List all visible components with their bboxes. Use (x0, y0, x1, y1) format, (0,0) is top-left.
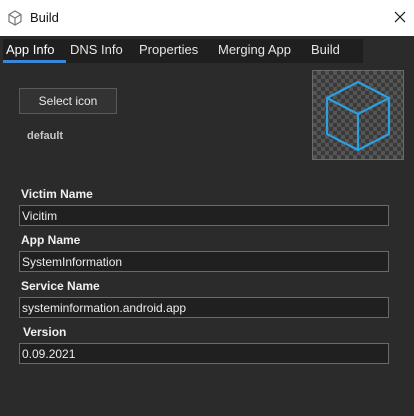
title-bar: Build (0, 0, 414, 36)
service-name-field[interactable] (19, 297, 389, 318)
select-icon-button[interactable]: Select icon (19, 88, 117, 114)
app-name-field[interactable] (19, 251, 389, 272)
tab-bar: App Info DNS Info Properties Merging App… (0, 36, 414, 64)
tab-app-info[interactable]: App Info (3, 39, 66, 63)
tab-dns-info[interactable]: DNS Info (70, 39, 123, 61)
service-name-label: Service Name (21, 279, 100, 293)
app-name-label: App Name (21, 233, 81, 247)
close-button[interactable] (386, 0, 414, 34)
icon-preview (312, 70, 404, 160)
window-title: Build (30, 10, 59, 25)
cube-icon (7, 10, 23, 26)
tab-properties[interactable]: Properties (139, 39, 198, 61)
version-label: Version (23, 325, 67, 339)
cube-icon (325, 80, 391, 152)
close-icon (394, 11, 406, 23)
build-window: Build App Info DNS Info Properties Mergi… (0, 0, 414, 416)
tab-build[interactable]: Build (311, 39, 340, 61)
icon-name-label: default (27, 130, 64, 142)
version-field[interactable] (19, 343, 389, 364)
victim-name-label: Victim Name (21, 187, 93, 201)
tab-merging-app[interactable]: Merging App (218, 39, 291, 61)
victim-name-field[interactable] (19, 205, 389, 226)
